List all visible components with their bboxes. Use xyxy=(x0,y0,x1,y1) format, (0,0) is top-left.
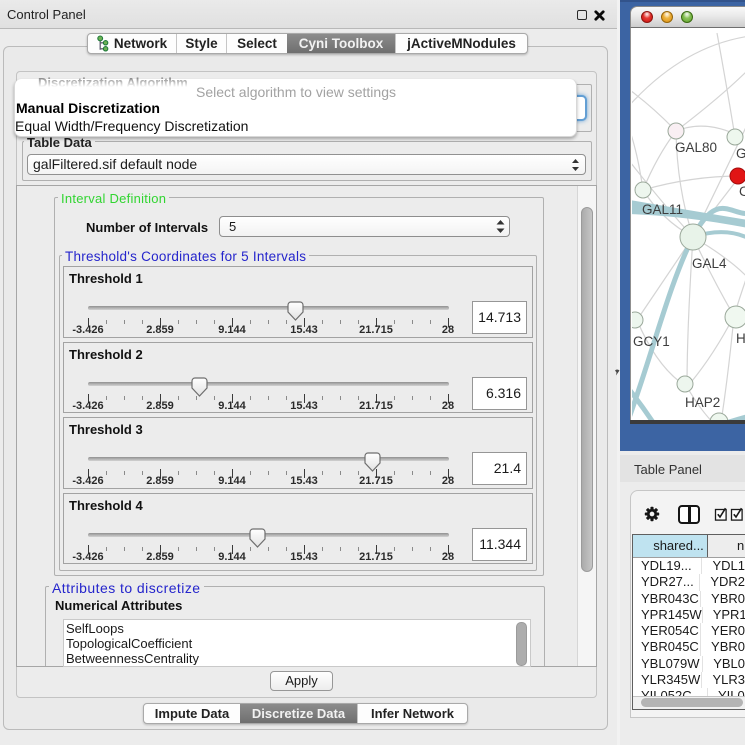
svg-text:HAP2: HAP2 xyxy=(685,395,720,410)
svg-text:C...: C... xyxy=(739,184,745,199)
svg-text:H: H xyxy=(736,331,745,346)
svg-text:GAL4: GAL4 xyxy=(692,256,727,271)
svg-text:GAL11: GAL11 xyxy=(642,202,683,217)
svg-text:GAL80: GAL80 xyxy=(675,140,717,155)
svg-text:GCY1: GCY1 xyxy=(633,334,670,349)
svg-text:G...: G... xyxy=(736,146,745,161)
